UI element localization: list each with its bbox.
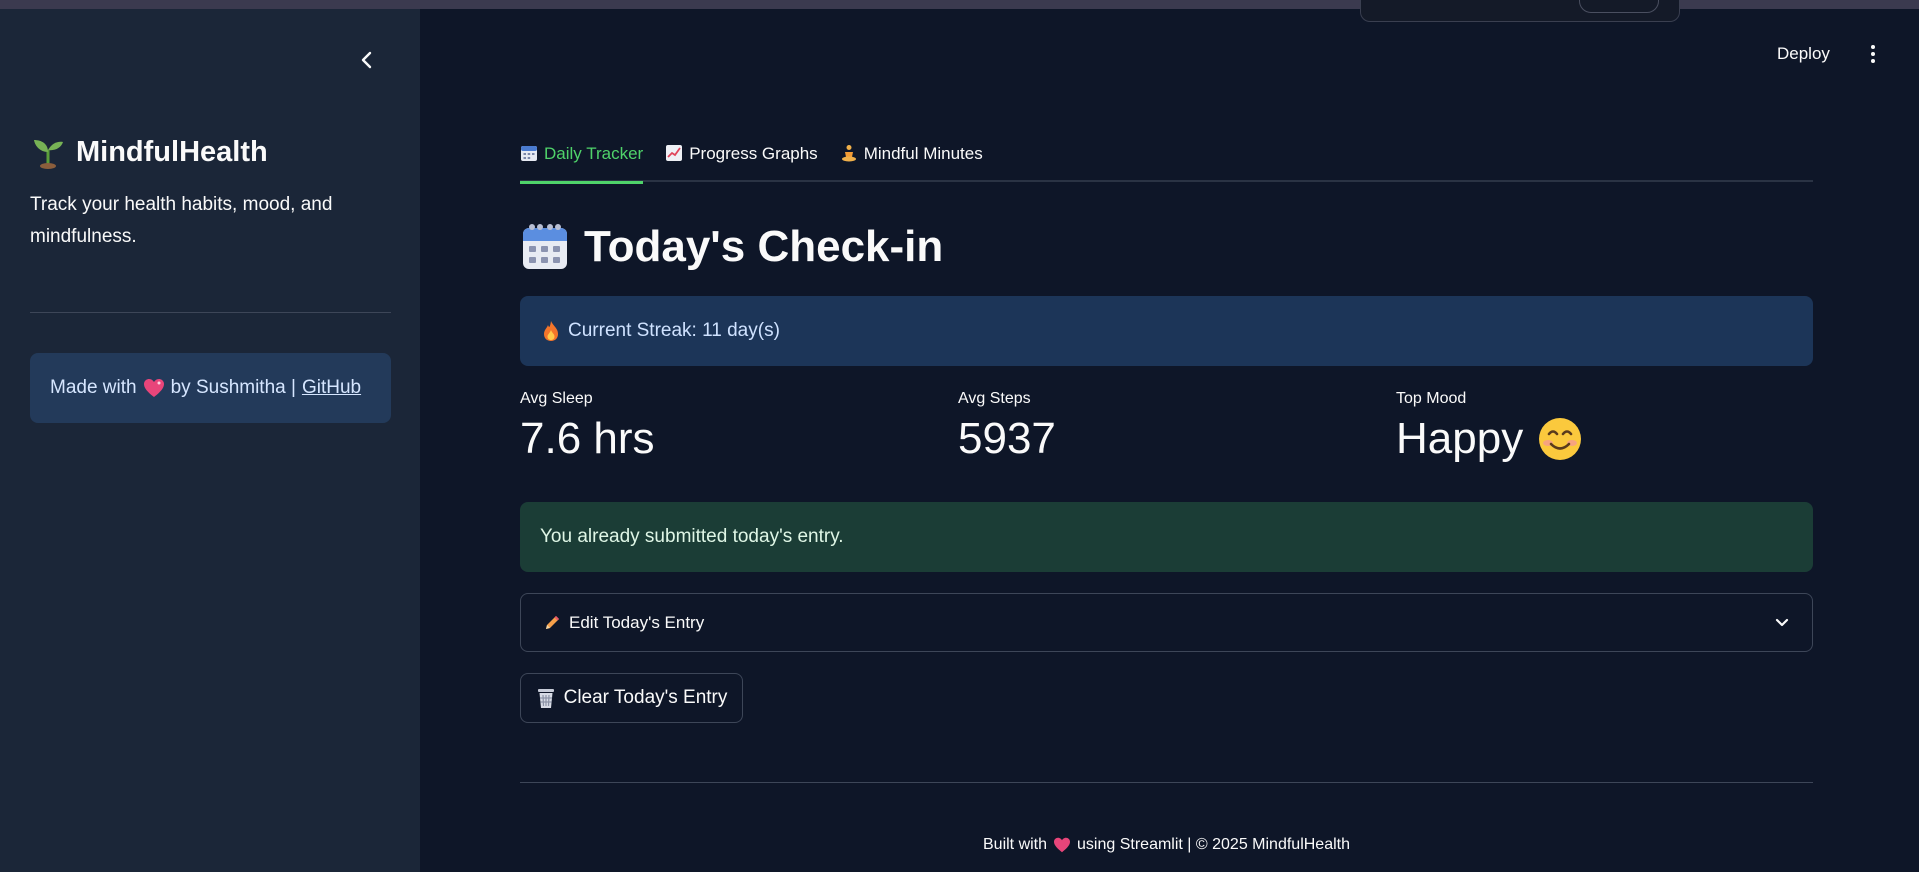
wastebasket-icon [537,689,554,708]
credits-prefix: Made with [50,377,137,398]
streak-text: Current Streak: 11 day(s) [568,320,780,341]
metric-value: 5937 [958,414,1056,464]
tab-mindful-minutes[interactable]: Mindful Minutes [840,138,983,182]
metric-label: Avg Sleep [520,390,593,407]
sidebar-divider [30,312,391,313]
sidebar: MindfulHealth Track your health habits, … [0,9,420,872]
page-title-text: Today's Check-in [584,222,944,271]
sidebar-brand: MindfulHealth [30,134,268,170]
tab-label: Progress Graphs [689,144,818,163]
tab-bar: Daily Tracker Progress Graphs Mindful Mi… [520,138,1813,184]
page-title: Today's Check-in [520,222,943,272]
kebab-dot [1871,52,1875,56]
streak-info-box: Current Streak: 11 day(s) [520,296,1813,366]
chevron-down-icon [1775,618,1789,626]
chevron-left-icon [361,51,372,69]
metric-label: Top Mood [1396,390,1467,407]
tab-progress-graphs[interactable]: Progress Graphs [665,138,818,182]
metric-avg-sleep: Avg Sleep 7.6 hrs [520,390,655,464]
metric-avg-steps: Avg Steps 5937 [958,390,1056,464]
deploy-button[interactable]: Deploy [1773,40,1834,68]
metric-label: Avg Steps [958,390,1031,407]
github-link[interactable]: GitHub [302,377,361,399]
footer-prefix: Built with [983,836,1048,853]
tab-label: Mindful Minutes [863,144,983,163]
kebab-dot [1871,59,1875,63]
main-menu-button[interactable] [1863,42,1883,66]
metric-value: Happy [1396,414,1583,464]
metric-value: 7.6 hrs [520,414,655,464]
credits-author: by Sushmitha | [170,377,296,398]
sidebar-description: Track your health habits, mood, and mind… [30,194,333,247]
footer-divider [520,782,1813,783]
sidebar-title: MindfulHealth [76,135,268,168]
collapse-sidebar-button[interactable] [352,45,382,75]
metric-top-mood: Top Mood Happy [1396,390,1583,464]
calendar-icon [520,144,538,162]
edit-entry-expander[interactable]: Edit Today's Entry [520,593,1813,652]
fire-icon [544,321,558,341]
expander-header: Edit Today's Entry [543,613,704,633]
metric-value-text: 5937 [958,414,1056,463]
metric-value-text: Happy [1396,414,1524,463]
footer-suffix: using Streamlit | © 2025 MindfulHealth [1077,836,1350,853]
toast-notification [1360,0,1680,22]
clear-entry-button[interactable]: Clear Today's Entry [520,673,743,723]
smiling-face-icon [1539,418,1582,460]
seedling-icon [34,140,63,169]
meditation-icon [840,144,858,162]
expander-label: Edit Today's Entry [569,612,705,632]
sparkling-heart-icon [143,379,164,397]
heart-icon [1054,837,1071,853]
metric-value-text: 7.6 hrs [520,414,655,463]
pencil-icon [546,615,559,629]
chart-icon [665,144,683,162]
calendar-icon [523,224,567,269]
clear-button-label: Clear Today's Entry [563,687,728,708]
tab-daily-tracker[interactable]: Daily Tracker [520,138,644,184]
tab-label: Daily Tracker [544,144,644,163]
success-alert: You already submitted today's entry. [520,502,1813,572]
footer: Built with using Streamlit | © 2025 Mind… [520,836,1813,854]
kebab-dot [1871,45,1875,49]
credits-box: Made with by Sushmitha | GitHub [30,353,391,423]
toast-pill [1579,0,1659,13]
